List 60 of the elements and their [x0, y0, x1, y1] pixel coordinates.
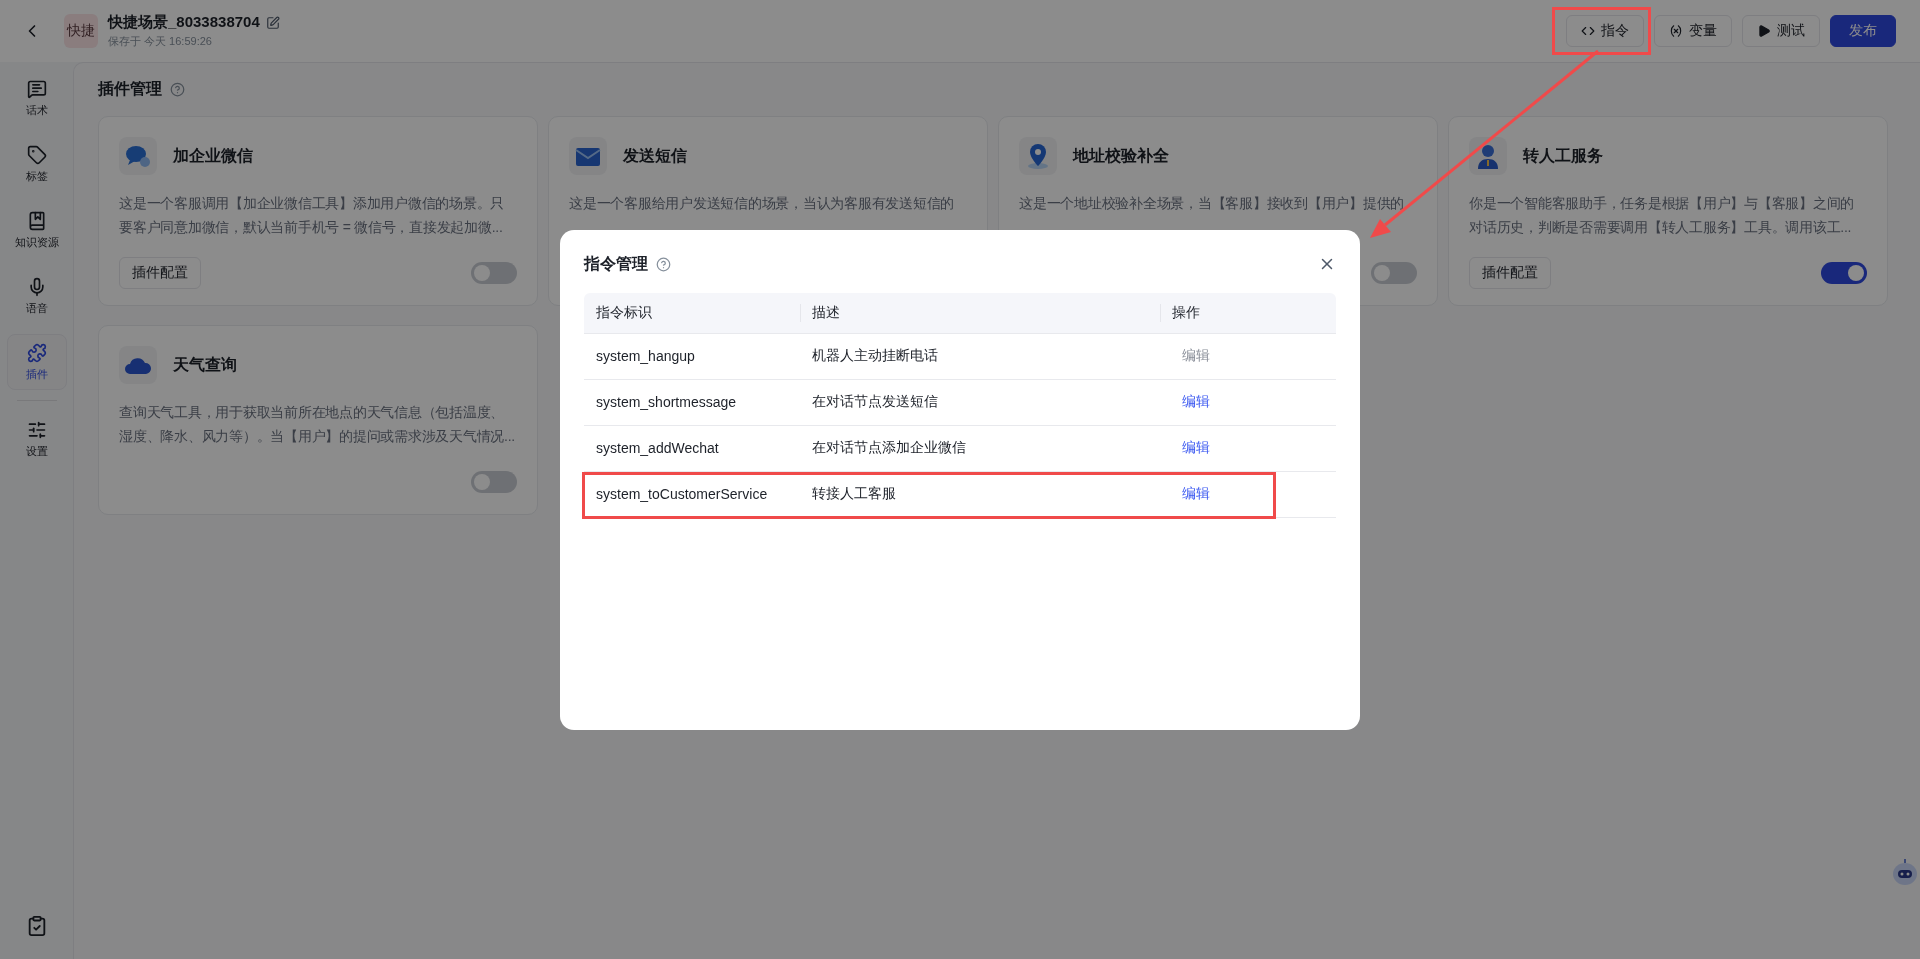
plugin-description: 这是一个客服调用【加企业微信工具】添加用户微信的场景。只要客户同意加微信，默认当前手机号 = 微信号，直接发起加微... — [119, 194, 505, 237]
plugin-description: 这是一个客服给用户发送短信的场景，当认为客服有发送短信的 — [569, 194, 955, 213]
sidebar-item[interactable]: 插件 — [6, 334, 67, 390]
play-icon — [1757, 24, 1771, 38]
table-cell-text: system_shortmessage — [595, 393, 738, 412]
toggle-switch[interactable] — [1821, 262, 1867, 284]
sidebar-item[interactable]: 标签 — [6, 136, 67, 192]
plugin-name: 转人工服务 — [1523, 145, 1603, 166]
sidebar-item[interactable]: 设置 — [6, 411, 67, 467]
tag-icon — [26, 144, 47, 165]
plugin-name: 天气查询 — [173, 354, 237, 375]
table-cell-text: system_addWechat — [595, 439, 720, 458]
plugin-config-button[interactable]: 插件配置 — [119, 257, 201, 289]
app-logo: 快捷 — [64, 14, 98, 48]
scene-title: 快捷场景_8033838704 — [108, 13, 260, 32]
edit-link[interactable]: 编辑 — [1182, 393, 1210, 411]
puzzle-icon — [26, 342, 47, 363]
table-cell-text: system_hangup — [595, 347, 696, 366]
plugin-name: 地址校验补全 — [1073, 145, 1169, 166]
toggle-switch[interactable] — [1371, 262, 1417, 284]
column-header: 描述 — [812, 303, 840, 322]
sidebar-item[interactable]: 语音 — [6, 268, 67, 324]
page-title: 插件管理 — [98, 79, 162, 99]
column-header: 操作 — [1172, 303, 1200, 322]
variable-icon — [1669, 24, 1683, 38]
code-icon — [1581, 24, 1595, 38]
edit-icon[interactable] — [265, 15, 280, 30]
edit-link[interactable]: 编辑 — [1182, 439, 1210, 457]
table-cell-text: system_toCustomerService — [595, 485, 769, 504]
table-cell-text: 在对话节点添加企业微信 — [811, 438, 967, 457]
dialog-title: 指令管理 — [584, 253, 648, 274]
help-icon[interactable] — [656, 256, 671, 272]
plugin-name: 发送短信 — [623, 145, 687, 166]
plugin-config-button[interactable]: 插件配置 — [1469, 257, 1551, 289]
toggle-switch[interactable] — [471, 262, 517, 284]
column-header: 指令标识 — [596, 303, 652, 322]
table-cell-text: 机器人主动挂断电话 — [811, 346, 939, 365]
sidebar-item[interactable]: 话术 — [6, 70, 67, 126]
sliders-icon — [26, 419, 47, 440]
person-icon — [1476, 142, 1500, 170]
cloud-icon — [124, 355, 152, 375]
chat-icon — [26, 78, 47, 99]
chat-bubble-icon — [125, 144, 151, 168]
help-icon[interactable] — [170, 82, 185, 97]
plugin-description: 你是一个智能客服助手，任务是根据【用户】与【客服】之间的对话历史，判断是否需要调用【转人工服务】工具。调用该工... — [1469, 194, 1855, 237]
toolbar-button[interactable]: 变量 — [1654, 15, 1732, 47]
toolbar-button[interactable]: 发布 — [1830, 15, 1896, 47]
table-cell-text: 转接人工客服 — [811, 484, 897, 503]
table-cell-text: 在对话节点发送短信 — [811, 392, 939, 411]
toolbar-button[interactable]: 指令 — [1566, 15, 1644, 47]
save-time: 保存于 今天 16:59:26 — [108, 34, 213, 49]
plugin-description: 这是一个地址校验补全场景，当【客服】接收到【用户】提供的 — [1019, 194, 1405, 213]
map-pin-icon — [1026, 142, 1050, 170]
plugin-description: 查询天气工具，用于获取当前所在地点的天气信息（包括温度、湿度、降水、风力等）。当【用户】的提问或需求涉及天气情况... — [119, 403, 516, 446]
plugin-name: 加企业微信 — [173, 145, 253, 166]
edit-link[interactable]: 编辑 — [1182, 485, 1210, 503]
toolbar-button[interactable]: 测试 — [1742, 15, 1820, 47]
sidebar-item[interactable]: 知识资源 — [6, 202, 67, 258]
toggle-switch[interactable] — [471, 471, 517, 493]
envelope-icon — [575, 145, 601, 167]
